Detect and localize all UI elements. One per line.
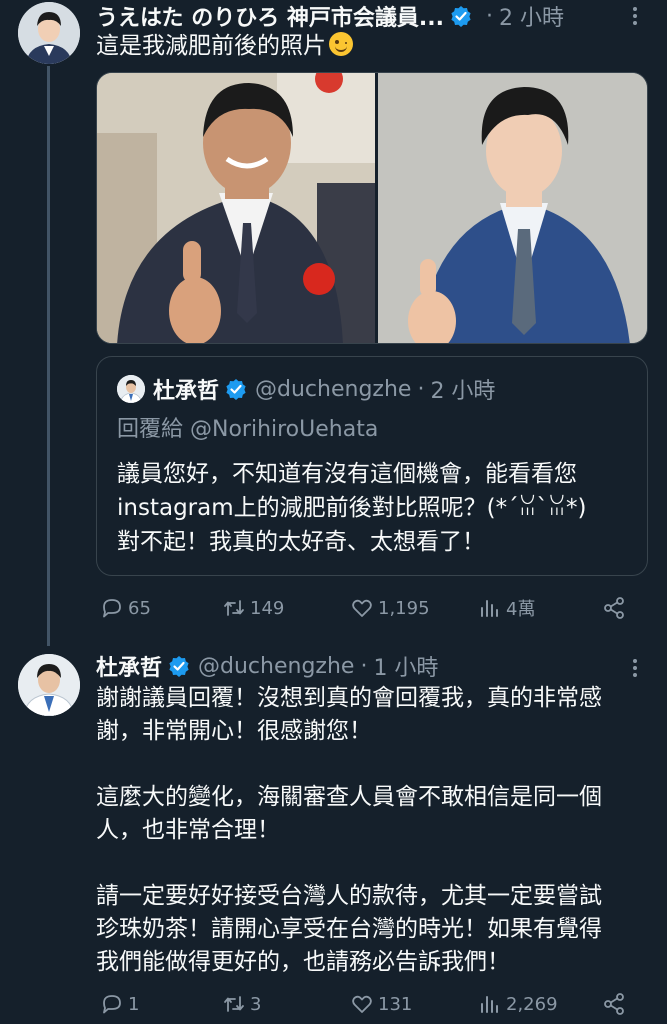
reply-button[interactable]: 1 bbox=[100, 989, 139, 1019]
tweet-actions: 1 3 131 2,269 bbox=[96, 989, 636, 1019]
tweet-2[interactable]: 杜承哲 @duchengzhe · 1 小時 謝謝議員回覆！沒想到真的會回覆我，… bbox=[0, 650, 667, 1024]
separator-dot: · bbox=[417, 376, 425, 402]
avatar-portrait-icon bbox=[18, 2, 80, 64]
tweet-text-line: 人，也非常合理！ bbox=[96, 817, 280, 843]
quoted-text-line: 議員您好，不知道有沒有這個機會，能看看您 bbox=[117, 461, 577, 487]
view-count: 2,269 bbox=[506, 993, 558, 1015]
separator-dot: · bbox=[485, 3, 493, 29]
retweet-count: 149 bbox=[250, 597, 285, 619]
reply-icon bbox=[103, 995, 121, 1014]
quoted-tweet[interactable]: 杜承哲 @duchengzhe · 2 小時 回覆給 @NorihiroUeha… bbox=[96, 356, 648, 576]
quoted-tweet-header: 杜承哲 @duchengzhe · 2 小時 bbox=[153, 373, 631, 405]
quoted-text-line: instagram上的減肥前後對比照呢？(*´ꈍ`ꈍ*) bbox=[117, 495, 587, 521]
like-count: 131 bbox=[378, 993, 413, 1015]
thread-connector bbox=[47, 66, 50, 646]
tweet-text-line: 我們能做得更好的，也請務必告訴我們！ bbox=[96, 949, 510, 975]
retweet-count: 3 bbox=[250, 993, 262, 1015]
smiling-emoji-icon bbox=[329, 32, 353, 56]
retweet-button[interactable]: 149 bbox=[222, 593, 284, 623]
tweet-text-body: 這是我減肥前後的照片 bbox=[96, 33, 326, 59]
retweet-button[interactable]: 3 bbox=[222, 989, 261, 1019]
share-button[interactable] bbox=[602, 989, 630, 1019]
tweet-text-line: 珍珠奶茶！請開心享受在台灣的時光！如果有覺得 bbox=[96, 916, 602, 942]
like-button[interactable]: 131 bbox=[350, 989, 412, 1019]
author-name[interactable]: うえはた のりひろ 神戸市会議員... bbox=[96, 0, 444, 32]
tweet-actions: 65 149 1,195 4萬 bbox=[96, 593, 636, 623]
avatar-portrait-icon bbox=[18, 654, 80, 716]
after-photo-illustration bbox=[377, 73, 647, 343]
views-button[interactable]: 4萬 bbox=[478, 593, 535, 623]
reply-count: 1 bbox=[128, 993, 140, 1015]
quoted-text-line: 對不起！我真的太好奇、太想看了！ bbox=[117, 529, 485, 555]
quoted-author-name[interactable]: 杜承哲 bbox=[153, 373, 219, 405]
author-name[interactable]: 杜承哲 bbox=[96, 650, 162, 682]
tweet-text-line: 請一定要好好接受台灣人的款待，尤其一定要嘗試 bbox=[96, 883, 602, 909]
quoted-author-handle[interactable]: @duchengzhe bbox=[255, 377, 411, 402]
share-button[interactable] bbox=[602, 593, 630, 623]
reply-button[interactable]: 65 bbox=[100, 593, 151, 623]
photo-before[interactable] bbox=[97, 73, 375, 343]
tweet-time[interactable]: 2 小時 bbox=[499, 0, 564, 32]
more-icon[interactable] bbox=[625, 6, 645, 26]
quoted-tweet-time[interactable]: 2 小時 bbox=[430, 373, 495, 405]
like-button[interactable]: 1,195 bbox=[350, 593, 430, 623]
tweet-time[interactable]: 1 小時 bbox=[373, 650, 438, 682]
tweet-text-line: 這麼大的變化，海關審查人員會不敢相信是同一個 bbox=[96, 784, 602, 810]
verified-badge-icon bbox=[451, 6, 471, 27]
tweet-header: 杜承哲 @duchengzhe · 1 小時 bbox=[96, 650, 627, 682]
tweet-text: 這是我減肥前後的照片 bbox=[96, 30, 645, 63]
reply-count: 65 bbox=[128, 597, 151, 619]
separator-dot: · bbox=[360, 653, 368, 679]
tweet-text: 謝謝議員回覆！沒想到真的會回覆我，真的非常感 謝，非常開心！很感謝您！ 這麼大的… bbox=[96, 682, 645, 979]
replying-to[interactable]: 回覆給 @NorihiroUehata bbox=[117, 411, 378, 443]
views-button[interactable]: 2,269 bbox=[478, 989, 558, 1019]
tweet-text-line: 謝，非常開心！很感謝您！ bbox=[96, 718, 372, 744]
author-avatar[interactable] bbox=[18, 2, 80, 64]
share-icon bbox=[604, 993, 624, 1015]
tweet-1[interactable]: うえはた のりひろ 神戸市会議員... · 2 小時 這是我減肥前後的照片 杜承… bbox=[0, 0, 667, 646]
reply-icon bbox=[103, 599, 121, 618]
tweet-header: うえはた のりひろ 神戸市会議員... · 2 小時 bbox=[96, 0, 627, 32]
views-icon bbox=[481, 996, 498, 1013]
like-count: 1,195 bbox=[378, 597, 430, 619]
verified-badge-icon bbox=[169, 656, 189, 677]
more-icon[interactable] bbox=[625, 658, 645, 678]
view-count: 4萬 bbox=[506, 599, 536, 620]
quoted-author-avatar[interactable] bbox=[117, 375, 145, 403]
verified-badge-icon bbox=[226, 379, 246, 400]
retweet-icon bbox=[224, 996, 244, 1012]
retweet-icon bbox=[224, 600, 244, 616]
before-photo-illustration bbox=[97, 73, 375, 343]
quoted-tweet-text: 議員您好，不知道有沒有這個機會，能看看您 instagram上的減肥前後對比照呢… bbox=[117, 457, 631, 559]
photo-after[interactable] bbox=[377, 73, 647, 343]
tweet-text-line: 謝謝議員回覆！沒想到真的會回覆我，真的非常感 bbox=[96, 685, 602, 711]
author-avatar[interactable] bbox=[18, 654, 80, 716]
like-icon bbox=[352, 995, 372, 1013]
author-handle[interactable]: @duchengzhe bbox=[198, 654, 354, 679]
views-icon bbox=[481, 600, 498, 617]
avatar-portrait-icon bbox=[117, 375, 145, 403]
share-icon bbox=[604, 597, 624, 619]
tweet-media[interactable] bbox=[96, 72, 648, 344]
like-icon bbox=[352, 599, 372, 617]
